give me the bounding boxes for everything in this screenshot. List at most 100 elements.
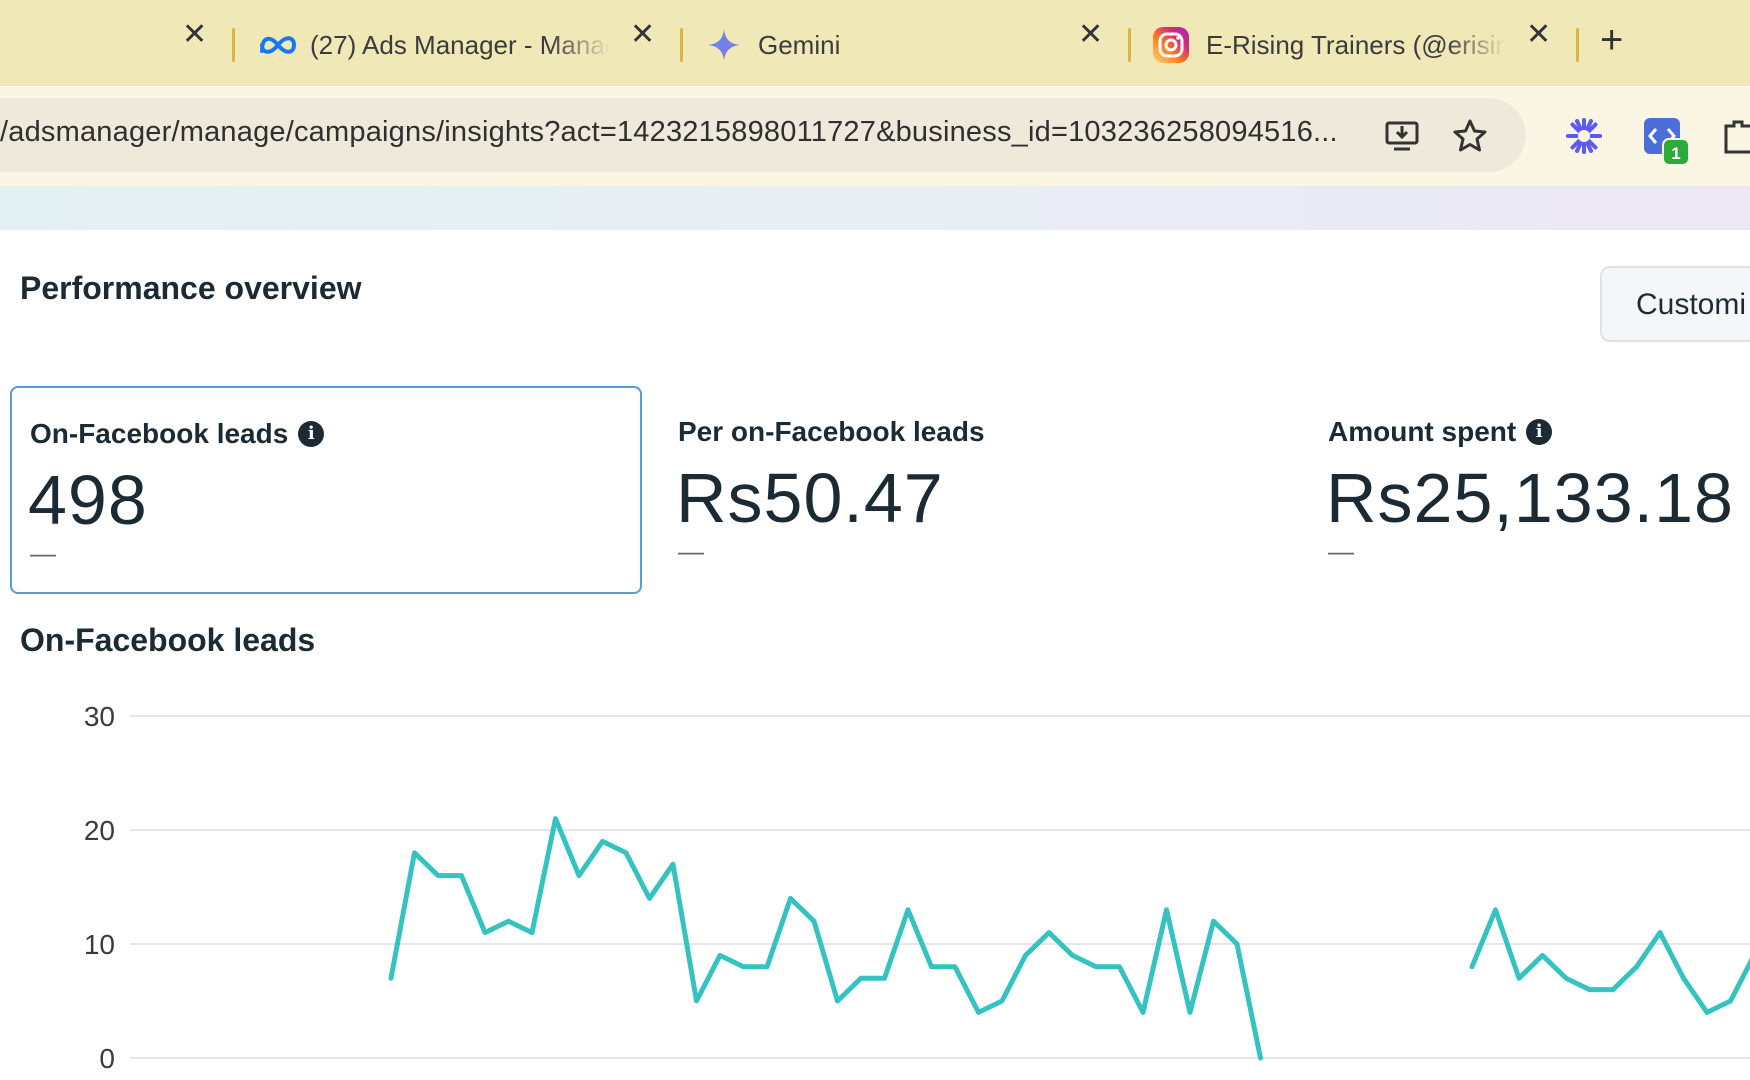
browser-toolbar: /adsmanager/manage/campaigns/insights?ac… [0, 86, 1750, 186]
tab-close-icon[interactable]: ✕ [630, 20, 655, 50]
metric-value: Rs25,133.18 [1326, 459, 1734, 537]
data-point[interactable] [1728, 998, 1734, 1004]
data-point[interactable] [882, 975, 888, 981]
metric-card-on-facebook-leads[interactable]: On-Facebook leads i 498 — [10, 386, 642, 594]
browser-tab-strip: ✕ (27) Ads Manager - Manage ✕ Gemini ✕ E… [0, 0, 1750, 86]
extension-badge: 1 [1662, 138, 1690, 166]
data-point[interactable] [412, 850, 418, 856]
tab-title: (27) Ads Manager - Manage [310, 29, 610, 60]
data-point[interactable] [529, 930, 535, 936]
section-title: Performance overview [20, 270, 362, 306]
data-point[interactable] [435, 873, 441, 879]
tab-instagram[interactable]: E-Rising Trainers (@erising [1152, 14, 1532, 76]
metric-card-per-on-facebook-leads[interactable]: Per on-Facebook leads Rs50.47 — [660, 386, 1260, 594]
tab-title: Gemini [758, 29, 841, 60]
leads-series-line[interactable] [388, 816, 1263, 1061]
metric-label: Amount spent i [1328, 416, 1553, 448]
data-point[interactable] [811, 918, 817, 924]
extension-asterisk-icon[interactable] [1564, 116, 1604, 156]
data-point[interactable] [1516, 975, 1522, 981]
data-point[interactable] [1493, 907, 1499, 913]
data-point[interactable] [1164, 907, 1170, 913]
data-point[interactable] [1117, 964, 1123, 970]
data-point[interactable] [1657, 930, 1663, 936]
data-point[interactable] [1704, 1009, 1710, 1015]
data-point[interactable] [1234, 941, 1240, 947]
data-point[interactable] [1070, 952, 1076, 958]
metric-change: — [1328, 536, 1354, 566]
info-icon[interactable]: i [1526, 419, 1553, 445]
new-tab-button[interactable]: + [1600, 20, 1623, 60]
data-point[interactable] [999, 998, 1005, 1004]
metric-change: — [30, 538, 56, 568]
tab-close-icon[interactable]: ✕ [1078, 20, 1103, 50]
data-point[interactable] [905, 907, 911, 913]
metric-card-amount-spent[interactable]: Amount spent i Rs25,133.18 — [1310, 386, 1750, 594]
y-tick-label: 0 [99, 1043, 115, 1074]
data-point[interactable] [1093, 964, 1099, 970]
tab-separator [1576, 28, 1579, 62]
address-bar[interactable]: /adsmanager/manage/campaigns/insights?ac… [0, 98, 1526, 172]
data-point[interactable] [764, 964, 770, 970]
metric-label-text: Amount spent [1328, 416, 1517, 447]
data-point[interactable] [1540, 952, 1546, 958]
meta-icon [260, 36, 297, 54]
data-point[interactable] [1187, 1009, 1193, 1015]
data-point[interactable] [600, 838, 606, 844]
data-point[interactable] [576, 873, 582, 879]
data-point[interactable] [482, 930, 488, 936]
metric-label: Per on-Facebook leads [678, 416, 985, 448]
data-point[interactable] [976, 1009, 982, 1015]
page-header-strip [0, 186, 1750, 230]
data-point[interactable] [1140, 1009, 1146, 1015]
data-point[interactable] [506, 918, 512, 924]
data-point[interactable] [788, 895, 794, 901]
url-text[interactable]: /adsmanager/manage/campaigns/insights?ac… [0, 116, 1338, 149]
data-point[interactable] [1587, 987, 1593, 993]
extensions-puzzle-icon[interactable] [1720, 116, 1750, 156]
metric-value: Rs50.47 [676, 459, 944, 537]
data-point[interactable] [929, 964, 935, 970]
leads-line-chart: 0 10 20 30 [84, 701, 1750, 1074]
data-point[interactable] [459, 873, 465, 879]
install-app-icon[interactable] [1384, 118, 1420, 154]
data-point[interactable] [623, 850, 629, 856]
data-point[interactable] [1023, 952, 1029, 958]
tab-ads-manager[interactable]: (27) Ads Manager - Manage [258, 14, 638, 76]
data-point[interactable] [741, 964, 747, 970]
tab-close-icon[interactable]: ✕ [1526, 20, 1551, 50]
data-point[interactable] [1634, 964, 1640, 970]
data-point[interactable] [647, 895, 653, 901]
data-point[interactable] [717, 952, 723, 958]
data-point[interactable] [1563, 975, 1569, 981]
data-point[interactable] [952, 964, 958, 970]
leads-series-line[interactable] [1469, 907, 1750, 1015]
y-tick-label: 10 [84, 929, 115, 960]
tab-close-icon[interactable]: ✕ [182, 20, 207, 50]
metric-value: 498 [28, 461, 148, 539]
customize-button[interactable]: Customi [1600, 266, 1750, 342]
data-point[interactable] [1258, 1055, 1264, 1061]
bookmark-star-icon[interactable] [1452, 118, 1488, 154]
data-point[interactable] [670, 861, 676, 867]
data-point[interactable] [553, 816, 559, 822]
chart-title: On-Facebook leads [20, 622, 316, 658]
metric-change: — [678, 536, 704, 566]
data-point[interactable] [1046, 930, 1052, 936]
data-point[interactable] [1469, 964, 1475, 970]
metric-label: On-Facebook leads i [30, 418, 325, 450]
data-point[interactable] [694, 998, 700, 1004]
data-point[interactable] [1610, 987, 1616, 993]
info-icon[interactable]: i [298, 421, 325, 447]
instagram-icon [1153, 27, 1189, 63]
data-point[interactable] [388, 975, 394, 981]
tab-separator [1128, 28, 1131, 62]
tab-separator [232, 28, 235, 62]
data-point[interactable] [1211, 918, 1217, 924]
data-point[interactable] [858, 975, 864, 981]
tab-gemini[interactable]: Gemini [706, 14, 1086, 76]
data-point[interactable] [835, 998, 841, 1004]
tab-title: E-Rising Trainers (@erising [1206, 29, 1506, 60]
metric-label-text: Per on-Facebook leads [678, 416, 985, 447]
data-point[interactable] [1681, 975, 1687, 981]
